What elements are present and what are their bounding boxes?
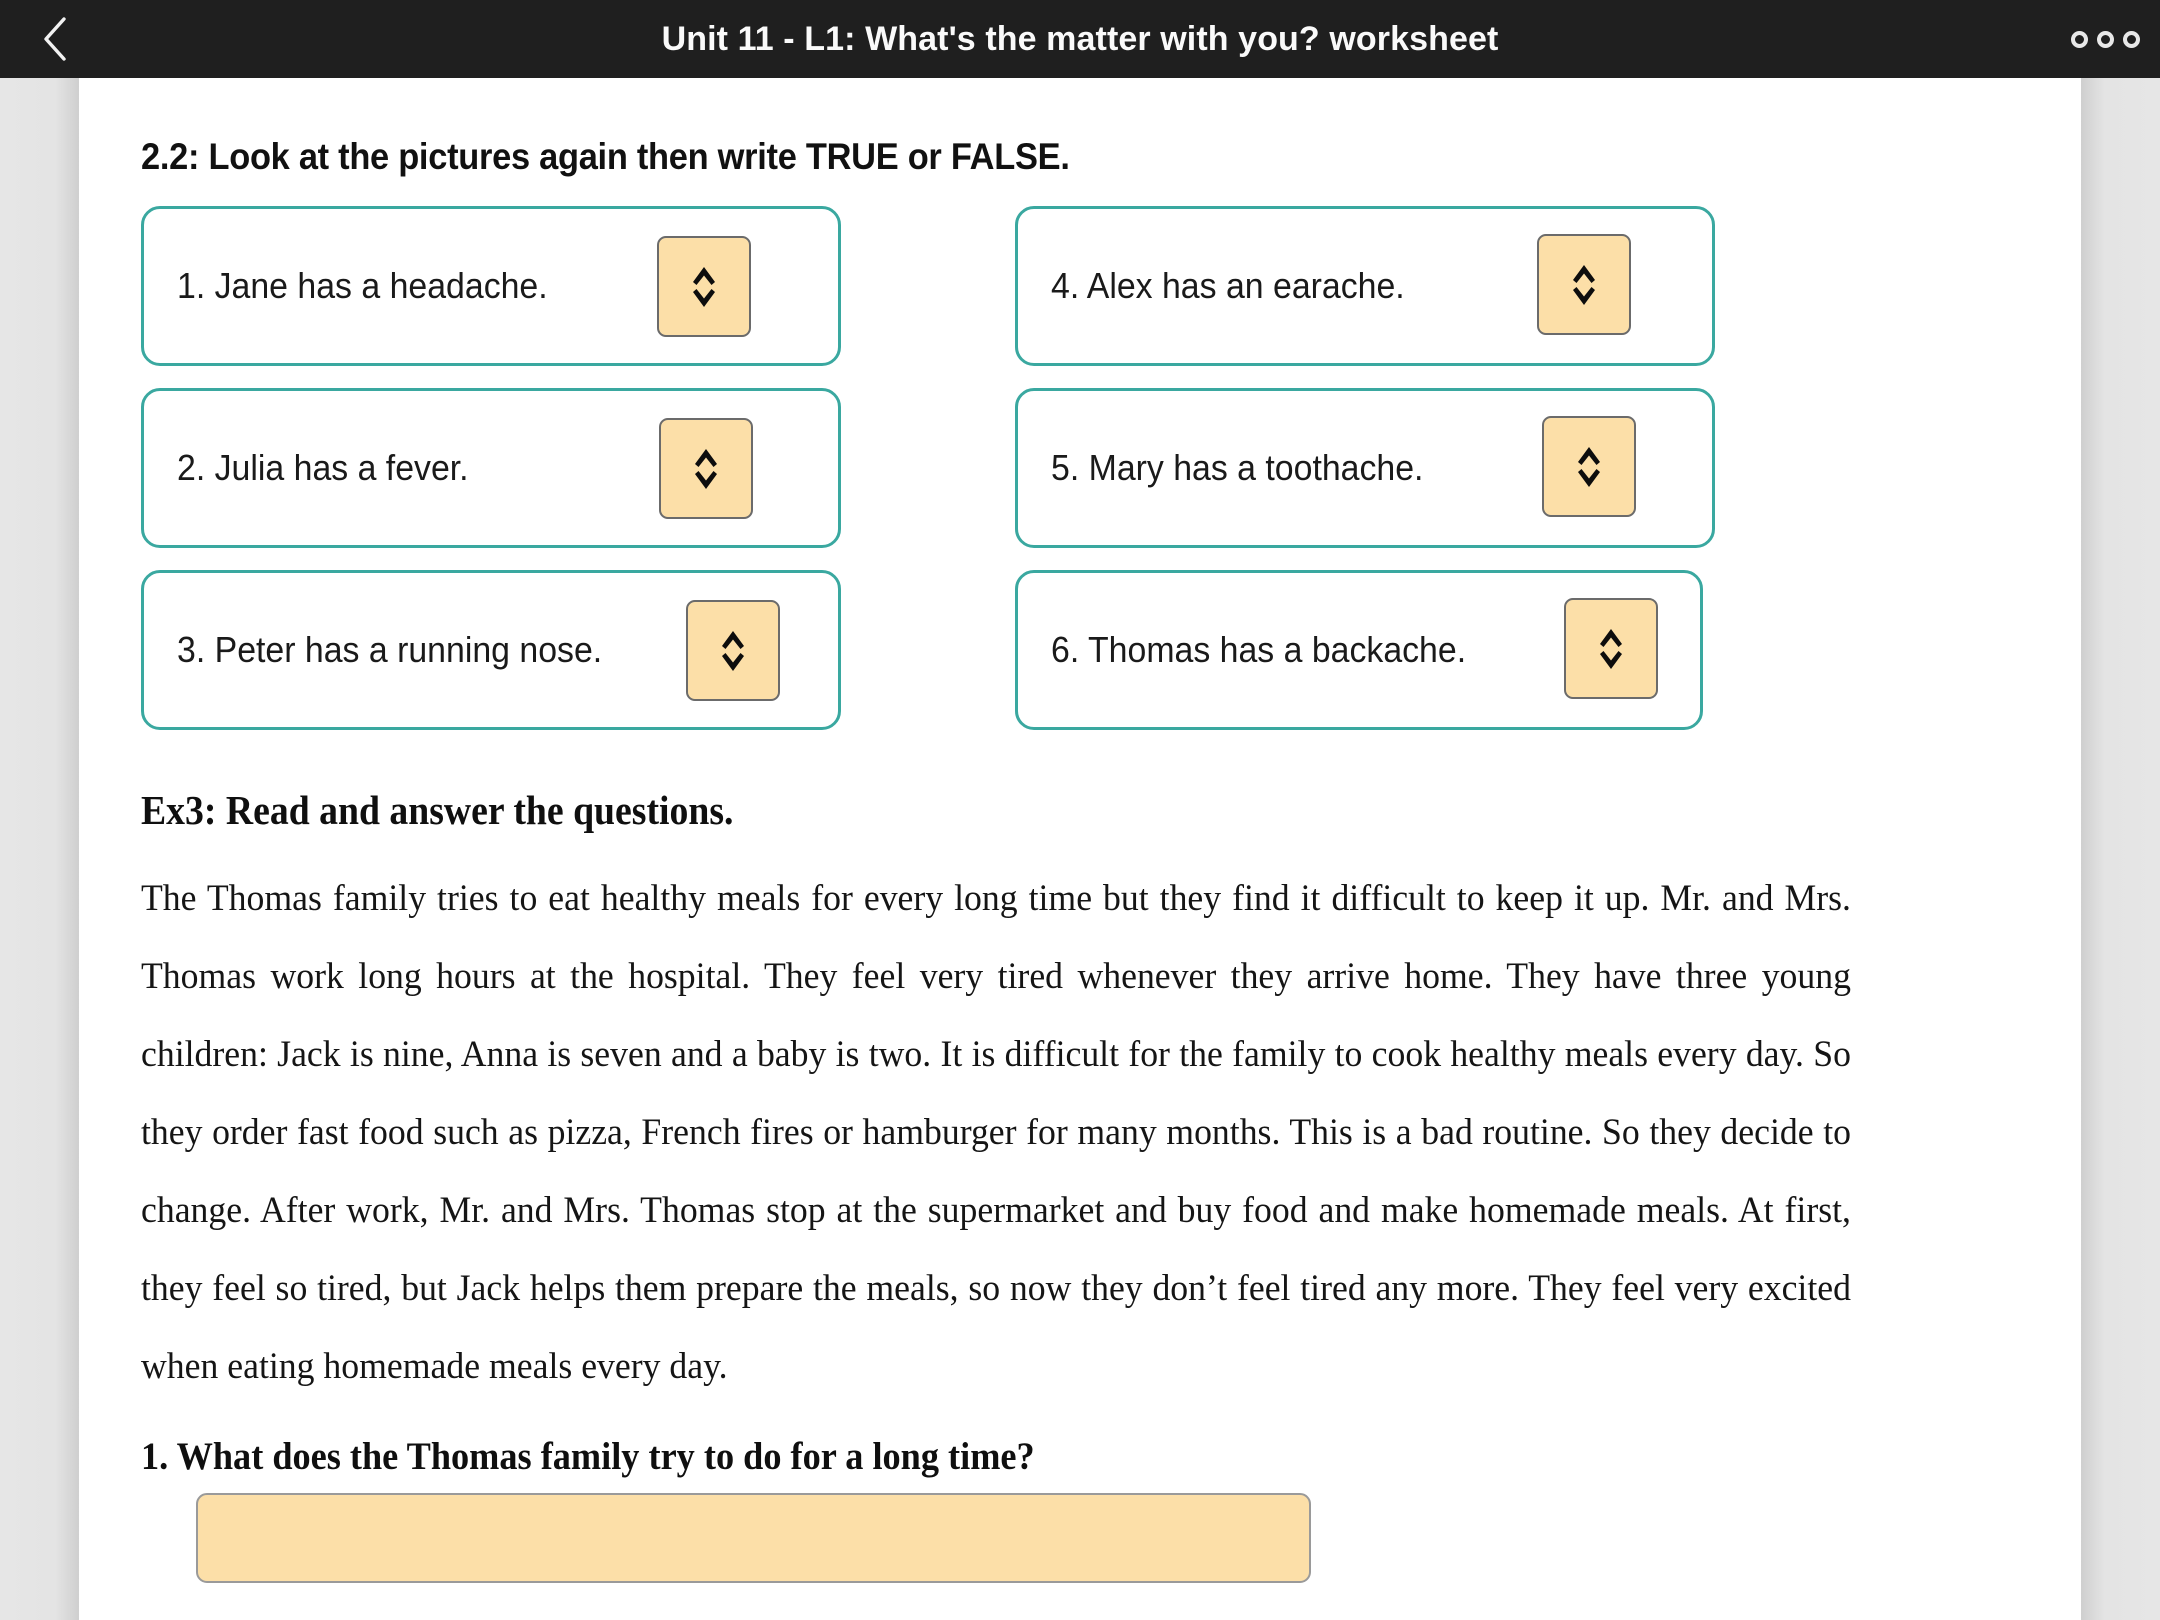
answer-select-4[interactable] — [1537, 234, 1631, 335]
more-horizontal-icon-dot-3 — [2122, 30, 2140, 48]
true-false-grid: 1. Jane has a headache. 4. Alex has an e… — [141, 206, 2019, 730]
worksheet-viewport[interactable]: 2.2: Look at the pictures again then wri… — [0, 78, 2160, 1620]
answer-select-6[interactable] — [1564, 598, 1658, 699]
true-false-item-6: 6. Thomas has a backache. — [1015, 570, 1715, 730]
true-false-item-5: 5. Mary has a toothache. — [1015, 388, 1715, 548]
worksheet-page: 2.2: Look at the pictures again then wri… — [79, 78, 2081, 1620]
answer-select-3[interactable] — [686, 600, 780, 701]
answer-select-2[interactable] — [659, 418, 753, 519]
chevron-up-down-icon — [1575, 444, 1603, 490]
chevron-up-down-icon — [719, 628, 747, 674]
true-false-label-3: 3. Peter has a running nose. — [177, 629, 603, 670]
answer-select-5[interactable] — [1542, 416, 1636, 517]
true-false-label-4: 4. Alex has an earache. — [1051, 265, 1405, 306]
app-header: Unit 11 - L1: What's the matter with you… — [0, 0, 2160, 78]
true-false-label-5: 5. Mary has a toothache. — [1051, 447, 1424, 488]
answer-select-1[interactable] — [657, 236, 751, 337]
exercise-22-heading: 2.2: Look at the pictures again then wri… — [141, 136, 1070, 177]
page-gutter-right — [2081, 78, 2160, 1620]
true-false-item-2: 2. Julia has a fever. — [141, 388, 841, 548]
true-false-label-2: 2. Julia has a fever. — [177, 447, 469, 488]
more-horizontal-icon-dot-2 — [2096, 30, 2114, 48]
true-false-item-4: 4. Alex has an earache. — [1015, 206, 1715, 366]
back-button[interactable] — [0, 0, 110, 78]
chevron-up-down-icon — [690, 264, 718, 310]
chevron-up-down-icon — [692, 446, 720, 492]
chevron-left-icon — [38, 14, 72, 64]
true-false-label-6: 6. Thomas has a backache. — [1051, 629, 1467, 670]
more-options-button[interactable] — [2050, 0, 2160, 78]
page-gutter-left — [0, 78, 79, 1620]
true-false-label-1: 1. Jane has a headache. — [177, 265, 548, 306]
true-false-item-3: 3. Peter has a running nose. — [141, 570, 841, 730]
reading-passage: The Thomas family tries to eat healthy m… — [141, 878, 1851, 1387]
true-false-item-1: 1. Jane has a headache. — [141, 206, 841, 366]
page-title: Unit 11 - L1: What's the matter with you… — [661, 19, 1499, 58]
exercise-3-heading: Ex3: Read and answer the questions. — [141, 787, 734, 833]
chevron-up-down-icon — [1570, 262, 1598, 308]
question-1-label: 1. What does the Thomas family try to do… — [141, 1435, 1035, 1478]
more-horizontal-icon-dot-1 — [2070, 30, 2088, 48]
question-1-answer-input[interactable] — [196, 1493, 1311, 1583]
chevron-up-down-icon — [1597, 626, 1625, 672]
